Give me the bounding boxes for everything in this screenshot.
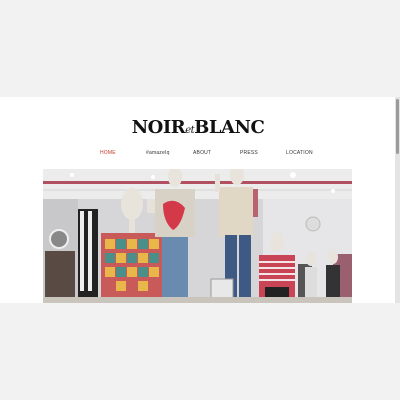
- nav-item-about[interactable]: ABOUT: [193, 150, 211, 156]
- store-photo-image: [43, 169, 352, 303]
- browser-viewport: NOIRetBLANC HOME #amazeIq ABOUT PRESS LO…: [0, 0, 400, 400]
- logo-blanc: BLANC: [194, 117, 265, 138]
- nav-item-amaze[interactable]: #amazeIq: [146, 150, 170, 156]
- logo-et: et: [185, 125, 195, 136]
- logo-noir: NOIR: [131, 117, 186, 138]
- page-scrollbar[interactable]: [395, 97, 400, 303]
- website-page: NOIRetBLANC HOME #amazeIq ABOUT PRESS LO…: [0, 97, 400, 303]
- nav-item-press[interactable]: PRESS: [240, 150, 258, 156]
- nav-item-home[interactable]: HOME: [100, 150, 116, 156]
- main-nav: HOME #amazeIq ABOUT PRESS LOCATION: [96, 150, 322, 158]
- hero-store-photo: [43, 169, 352, 303]
- site-logo[interactable]: NOIRetBLANC: [0, 117, 396, 138]
- nav-item-location[interactable]: LOCATION: [286, 150, 313, 156]
- scrollbar-thumb[interactable]: [396, 99, 399, 154]
